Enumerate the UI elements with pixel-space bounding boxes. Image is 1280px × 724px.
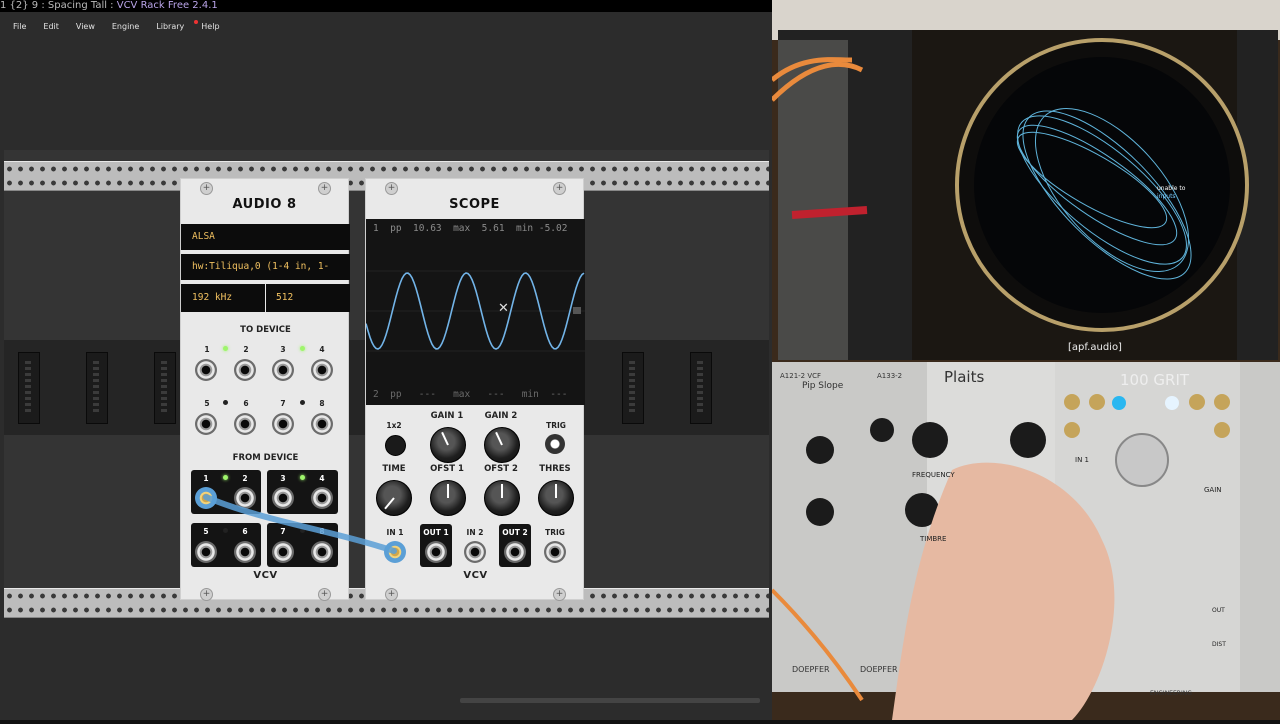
patch-cable[interactable] <box>0 0 772 720</box>
camera-scope-text: unable to <box>1157 185 1186 192</box>
camera-label-timbre: TIMBRE <box>919 535 946 543</box>
camera-module-plaits: Plaits <box>944 368 984 386</box>
camera-doepfer-2: DOEPFER <box>860 665 898 674</box>
camera-feed: unable to inputs [apf.audio] Plaits 100 … <box>770 0 1280 720</box>
camera-label-in1: IN 1 <box>1075 456 1089 464</box>
camera-label-dist: DIST <box>1212 641 1226 648</box>
camera-scope-footer: [apf.audio] <box>1068 342 1122 353</box>
camera-label-vcf: A121-2 VCF <box>780 372 821 380</box>
camera-label-a133: A133-2 <box>877 372 902 380</box>
camera-module-grit: 100 GRIT <box>1120 371 1190 389</box>
camera-label-frequency: FREQUENCY <box>912 471 955 479</box>
horizontal-scrollbar[interactable] <box>460 698 760 703</box>
eurorack-photo: unable to inputs [apf.audio] Plaits 100 … <box>770 0 1280 720</box>
camera-doepfer-1: DOEPFER <box>792 665 830 674</box>
camera-label-gain: GAIN <box>1204 486 1222 494</box>
camera-label-out: OUT <box>1212 607 1225 614</box>
camera-label-pipslope: Pip Slope <box>802 381 844 391</box>
camera-label-engineering: ENGINEERING <box>1150 690 1192 697</box>
svg-text:inputs: inputs <box>1157 193 1176 200</box>
